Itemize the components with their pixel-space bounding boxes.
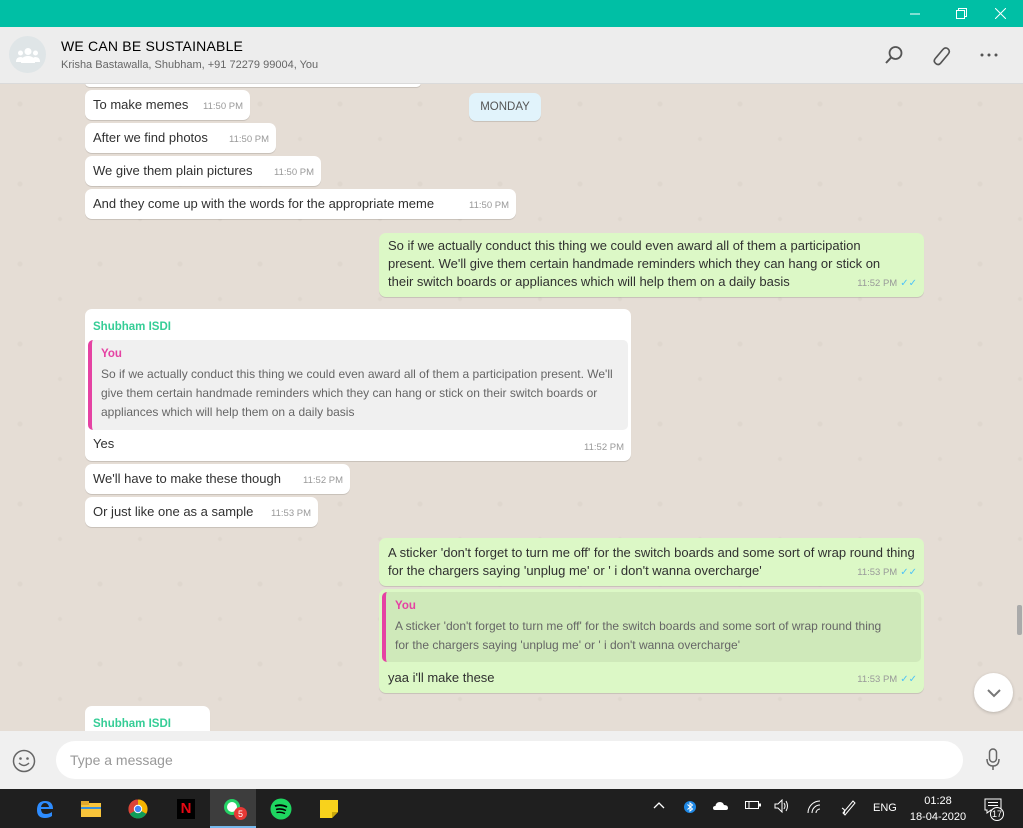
sticky-notes-icon[interactable] (306, 789, 352, 828)
quoted-text: A sticker 'don't forget to turn me off' … (395, 619, 882, 652)
notification-icon[interactable]: 17 (984, 798, 1004, 821)
menu-icon[interactable] (975, 41, 1003, 69)
message-bubble-outgoing[interactable]: So if we actually conduct this thing we … (379, 233, 924, 297)
message-time: 11:52 PM ✓✓ (857, 278, 917, 289)
windows-taskbar: N 5 ENG 01:28 18-04-2020 17 (0, 789, 1023, 828)
bluetooth-icon[interactable] (684, 798, 696, 819)
chevron-down-icon (986, 688, 1001, 697)
whatsapp-taskbar-icon[interactable]: 5 (210, 789, 256, 828)
pen-icon[interactable] (840, 798, 858, 819)
message-bubble-outgoing[interactable]: A sticker 'don't forget to turn me off' … (379, 538, 924, 586)
edge-icon[interactable] (22, 789, 68, 828)
sender-name[interactable]: Shubham ISDI (93, 318, 171, 336)
read-ticks-icon: ✓✓ (900, 567, 917, 578)
spotify-icon[interactable] (258, 789, 304, 828)
netflix-icon[interactable]: N (163, 789, 209, 828)
message-bubble[interactable]: Or just like one as a sample 11:53 PM (85, 497, 318, 527)
message-text: To make memes (93, 97, 189, 112)
message-bubble[interactable]: Shubham ISDI (85, 706, 210, 731)
quoted-sender: You (395, 600, 416, 612)
language-indicator[interactable]: ENG (873, 802, 897, 814)
message-text: And they come up with the words for the … (93, 196, 435, 211)
message-text: After we find photos (93, 130, 208, 145)
unread-badge: 5 (234, 807, 247, 820)
quoted-sender: You (101, 348, 122, 360)
message-text: A sticker 'don't forget to turn me off' … (388, 545, 915, 578)
group-avatar[interactable] (9, 36, 46, 73)
group-icon (15, 47, 40, 63)
message-time: 11:50 PM (274, 167, 314, 178)
message-text: yaa i'll make these (388, 670, 495, 685)
scroll-down-button[interactable] (974, 673, 1013, 712)
message-text: Yes (93, 436, 115, 451)
compose-bar (0, 731, 1023, 789)
system-clock[interactable]: 01:28 18-04-2020 (904, 793, 972, 825)
message-bubble-partial (85, 84, 421, 87)
quoted-text: So if we actually conduct this thing we … (101, 367, 613, 419)
sender-name[interactable]: Shubham ISDI (93, 715, 171, 731)
message-bubble[interactable]: And they come up with the words for the … (85, 189, 516, 219)
attach-icon[interactable] (927, 41, 955, 69)
message-time: 11:53 PM ✓✓ (857, 567, 917, 578)
message-time: 11:53 PM (271, 508, 311, 519)
message-bubble[interactable]: Shubham ISDI You So if we actually condu… (85, 309, 631, 461)
message-time: 11:52 PM (303, 475, 343, 486)
message-bubble[interactable]: To make memes 11:50 PM (85, 90, 250, 120)
clock-date: 18-04-2020 (909, 811, 967, 823)
search-icon[interactable] (880, 41, 908, 69)
read-ticks-icon: ✓✓ (900, 674, 917, 685)
message-bubble[interactable]: After we find photos 11:50 PM (85, 123, 276, 153)
message-bubble-outgoing[interactable]: You A sticker 'don't forget to turn me o… (379, 589, 924, 693)
message-time: 11:50 PM (229, 134, 269, 145)
chrome-icon[interactable] (115, 789, 161, 828)
message-bubble[interactable]: We give them plain pictures 11:50 PM (85, 156, 321, 186)
file-explorer-icon[interactable] (68, 789, 114, 828)
emoji-icon[interactable] (12, 749, 36, 778)
wifi-icon[interactable] (807, 800, 823, 817)
message-time: 11:50 PM (469, 200, 509, 211)
chat-title[interactable]: WE CAN BE SUSTAINABLE (61, 38, 243, 54)
message-time: 11:50 PM (203, 101, 243, 112)
read-ticks-icon: ✓✓ (900, 278, 917, 289)
message-bubble[interactable]: We'll have to make these though 11:52 PM (85, 464, 350, 494)
onedrive-icon[interactable] (713, 801, 729, 814)
message-text: We give them plain pictures (93, 163, 253, 178)
quoted-message[interactable]: You A sticker 'don't forget to turn me o… (382, 592, 921, 662)
day-divider: MONDAY (469, 93, 541, 121)
message-time: 11:52 PM (584, 442, 624, 453)
message-text: So if we actually conduct this thing we … (388, 238, 881, 289)
message-text: Or just like one as a sample (93, 504, 254, 519)
volume-icon[interactable] (774, 798, 790, 816)
scrollbar-thumb[interactable] (1017, 605, 1022, 635)
clock-time: 01:28 (924, 795, 952, 807)
chevron-up-icon[interactable] (653, 800, 665, 812)
close-icon[interactable] (977, 0, 1023, 27)
battery-icon[interactable] (745, 800, 761, 813)
message-text: We'll have to make these though (93, 471, 281, 486)
quoted-message[interactable]: You So if we actually conduct this thing… (88, 340, 628, 430)
message-input[interactable] (56, 741, 963, 779)
minimize-icon[interactable] (892, 0, 938, 27)
notification-count: 17 (990, 807, 1004, 821)
message-time: 11:53 PM ✓✓ (857, 674, 917, 685)
microphone-icon[interactable] (986, 748, 1000, 777)
participants-list[interactable]: Krisha Bastawalla, Shubham, +91 72279 99… (61, 59, 318, 71)
message-list[interactable]: MONDAY To make memes 11:50 PM After we f… (0, 84, 1023, 731)
chat-header: WE CAN BE SUSTAINABLE Krisha Bastawalla,… (0, 27, 1023, 84)
title-bar (0, 0, 1023, 27)
